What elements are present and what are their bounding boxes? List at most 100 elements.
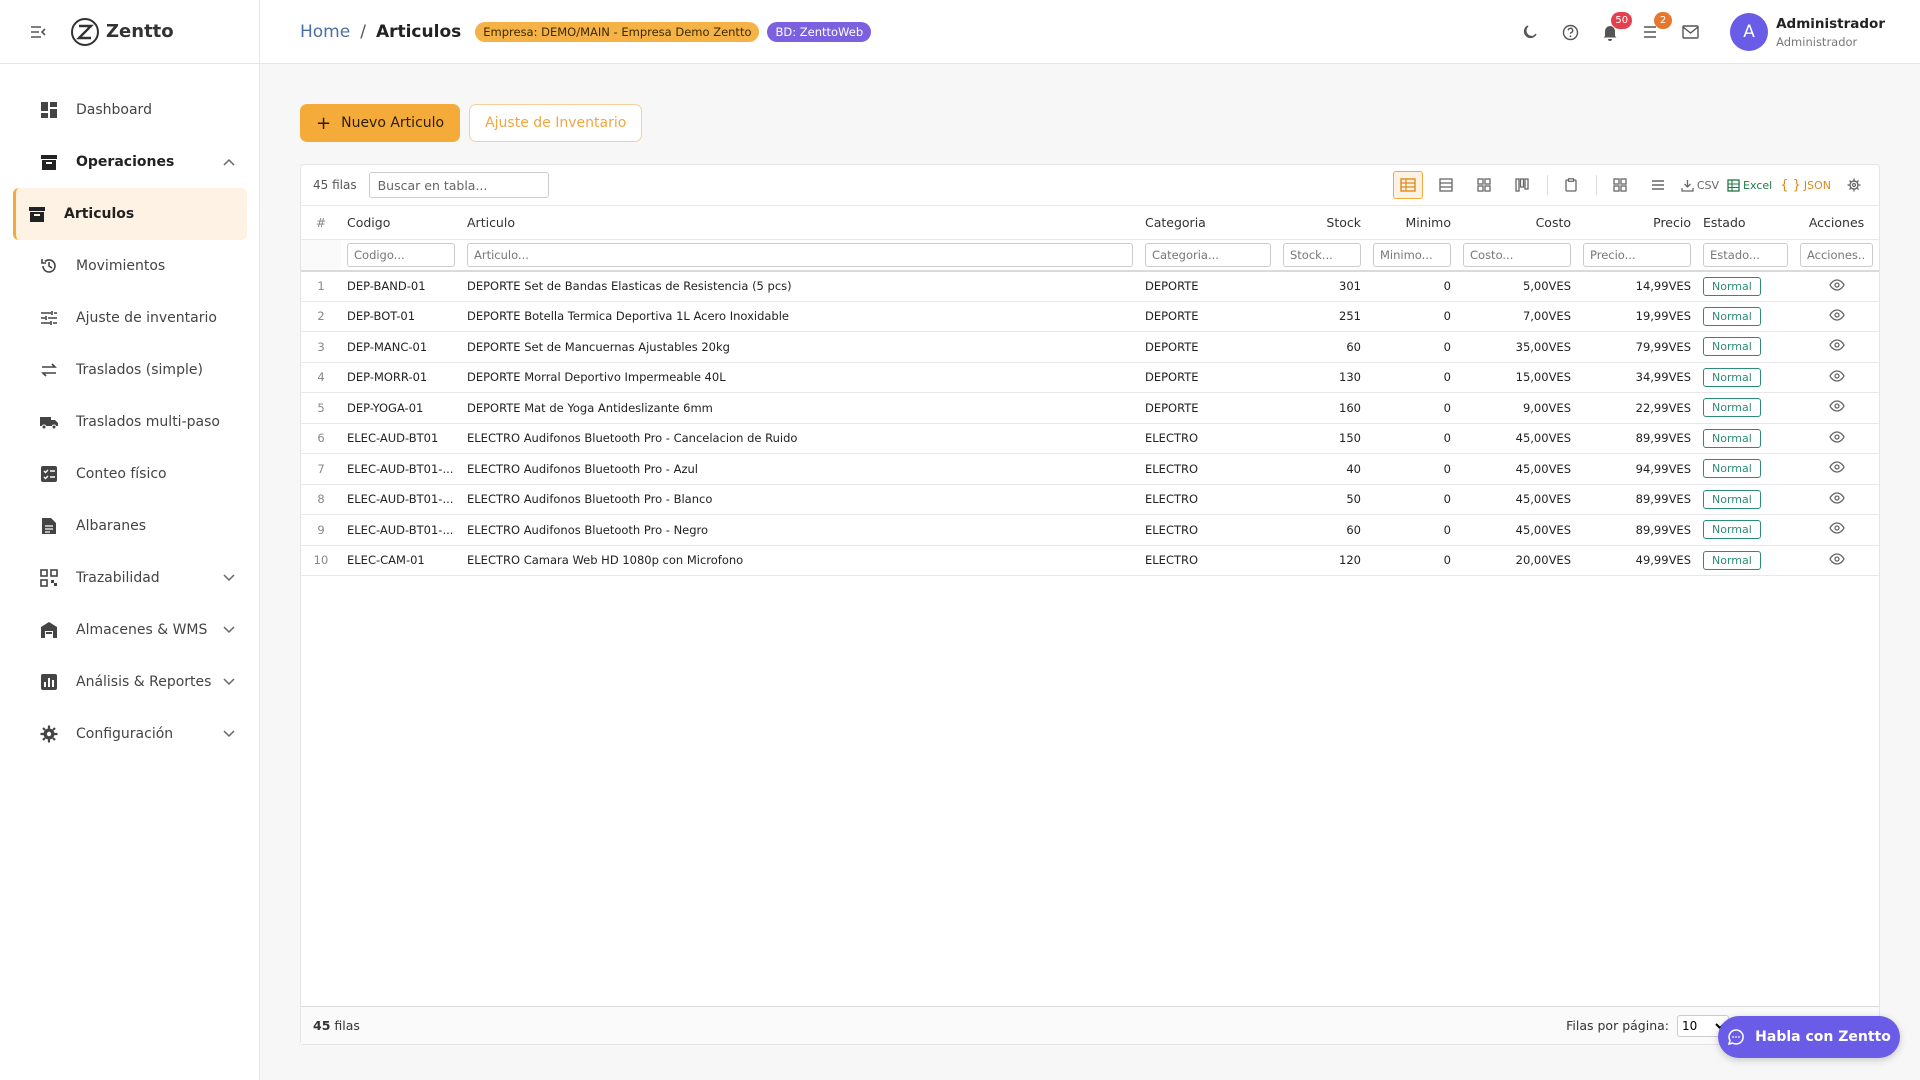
- user-avatar[interactable]: A: [1730, 13, 1769, 51]
- tasks-list-icon[interactable]: 2: [1640, 12, 1673, 42]
- view-eye-icon[interactable]: [1828, 309, 1845, 321]
- sidebar-group-configuracion[interactable]: Configuración: [12, 708, 247, 760]
- col-header-estado[interactable]: Estado: [1697, 206, 1794, 240]
- table-row[interactable]: 3 DEP-MANC-01 DEPORTE Set de Mancuernas …: [301, 331, 1879, 363]
- help-icon[interactable]: [1560, 22, 1580, 42]
- user-info[interactable]: Administrador Administrador: [1776, 16, 1885, 49]
- columns-list-icon[interactable]: [1643, 171, 1673, 199]
- sidebar-item-traslados-multipaso[interactable]: Traslados multi-paso: [12, 396, 247, 448]
- user-name: Administrador: [1776, 15, 1885, 32]
- sidebar-group-almacenes[interactable]: Almacenes & WMS: [12, 604, 247, 656]
- tasks-count-badge: 2: [1654, 12, 1673, 29]
- export-csv-button[interactable]: CSV: [1681, 171, 1719, 199]
- new-articulo-button[interactable]: + Nuevo Articulo: [300, 104, 461, 142]
- cell-codigo: ELEC-AUD-BT01-...: [341, 484, 461, 515]
- sidebar-item-articulos[interactable]: Articulos: [13, 188, 247, 240]
- table-row[interactable]: 10 ELEC-CAM-01 ELECTRO Camara Web HD 108…: [301, 545, 1879, 576]
- col-header-articulo[interactable]: Articulo: [461, 206, 1139, 240]
- sidebar-item-ajuste-inventario[interactable]: Ajuste de inventario: [12, 292, 247, 344]
- view-eye-icon[interactable]: [1828, 400, 1845, 412]
- export-excel-button[interactable]: Excel: [1727, 171, 1772, 199]
- sidebar-item-albaranes[interactable]: Albaranes: [12, 500, 247, 552]
- sidebar-item-dashboard[interactable]: Dashboard: [12, 84, 247, 136]
- cell-stock: 130: [1277, 362, 1367, 393]
- sidebar-group-operaciones[interactable]: Operaciones: [12, 136, 247, 188]
- view-eye-icon[interactable]: [1828, 522, 1845, 534]
- col-header-stock[interactable]: Stock: [1277, 206, 1367, 240]
- view-eye-icon[interactable]: [1828, 370, 1845, 382]
- cell-precio: 79,99VES: [1577, 331, 1697, 363]
- sidebar-item-label: Movimientos: [76, 258, 166, 274]
- sidebar-group-trazabilidad[interactable]: Trazabilidad: [12, 552, 247, 604]
- chat-with-zentto-button[interactable]: Habla con Zentto: [1718, 1016, 1900, 1058]
- view-eye-icon[interactable]: [1828, 278, 1845, 291]
- col-header-acciones[interactable]: Acciones: [1794, 206, 1879, 240]
- zentto-logo-icon[interactable]: [70, 17, 100, 47]
- table-row[interactable]: 8 ELEC-AUD-BT01-... ELECTRO Audifonos Bl…: [301, 484, 1879, 515]
- cell-categoria: DEPORTE: [1139, 301, 1277, 332]
- footer-count-suffix: filas: [334, 1018, 360, 1033]
- view-eye-icon[interactable]: [1828, 492, 1845, 504]
- cell-categoria: DEPORTE: [1139, 270, 1277, 302]
- clipboard-icon[interactable]: [1556, 171, 1586, 199]
- sidebar-item-traslados-simple[interactable]: Traslados (simple): [12, 344, 247, 396]
- density-grid-icon[interactable]: [1605, 171, 1635, 199]
- filter-acciones-input[interactable]: [1800, 242, 1873, 267]
- table-row[interactable]: 2 DEP-BOT-01 DEPORTE Botella Termica Dep…: [301, 301, 1879, 332]
- table-row[interactable]: 7 ELEC-AUD-BT01-... ELECTRO Audifonos Bl…: [301, 453, 1879, 485]
- cell-costo: 45,00VES: [1457, 453, 1577, 485]
- col-header-costo[interactable]: Costo: [1457, 206, 1577, 240]
- filter-precio-input[interactable]: [1583, 242, 1691, 267]
- col-header-precio[interactable]: Precio: [1577, 206, 1697, 240]
- filter-codigo-input[interactable]: [347, 242, 455, 267]
- chevron-down-icon: [221, 570, 237, 586]
- table-view-icon[interactable]: [1392, 171, 1423, 199]
- table-row[interactable]: 4 DEP-MORR-01 DEPORTE Morral Deportivo I…: [301, 362, 1879, 393]
- col-header-minimo[interactable]: Minimo: [1367, 206, 1457, 240]
- cards-view-icon[interactable]: [1469, 171, 1499, 199]
- export-json-button[interactable]: { } JSON: [1780, 171, 1831, 199]
- view-eye-icon[interactable]: [1828, 431, 1845, 443]
- filter-cell: [1794, 239, 1879, 272]
- grid-search-input[interactable]: [368, 172, 549, 198]
- status-badge: Normal: [1703, 367, 1761, 387]
- cell-estado: Normal: [1697, 270, 1794, 302]
- table-row[interactable]: 5 DEP-YOGA-01 DEPORTE Mat de Yoga Antide…: [301, 392, 1879, 424]
- view-eye-icon[interactable]: [1828, 553, 1845, 565]
- compact-list-view-icon[interactable]: [1431, 171, 1461, 199]
- filter-categoria-input[interactable]: [1145, 242, 1271, 267]
- grid-settings-gear-icon[interactable]: [1839, 171, 1869, 199]
- filter-articulo-input[interactable]: [467, 242, 1133, 267]
- filter-stock-input[interactable]: [1283, 242, 1361, 267]
- menu-collapse-icon[interactable]: [28, 22, 48, 42]
- table-row[interactable]: 9 ELEC-AUD-BT01-... ELECTRO Audifonos Bl…: [301, 514, 1879, 546]
- breadcrumb-home-link[interactable]: Home: [300, 22, 350, 42]
- sidebar-item-movimientos[interactable]: Movimientos: [12, 240, 247, 292]
- dark-mode-moon-icon[interactable]: [1520, 22, 1540, 42]
- col-header-codigo[interactable]: Codigo: [341, 206, 461, 240]
- cell-costo: 45,00VES: [1457, 423, 1577, 454]
- table-row[interactable]: 1 DEP-BAND-01 DEPORTE Set de Bandas Elas…: [301, 270, 1879, 302]
- sidebar-item-conteo-fisico[interactable]: Conteo físico: [12, 448, 247, 500]
- col-header-index[interactable]: #: [301, 206, 341, 240]
- view-eye-icon[interactable]: [1828, 339, 1845, 351]
- filter-estado-input[interactable]: [1703, 242, 1788, 267]
- filter-cell: [1457, 239, 1577, 272]
- view-eye-icon[interactable]: [1828, 461, 1845, 473]
- kanban-view-icon[interactable]: [1507, 171, 1537, 199]
- notifications-bell-icon[interactable]: 50: [1600, 12, 1633, 42]
- col-header-categoria[interactable]: Categoria: [1139, 206, 1277, 240]
- filter-minimo-input[interactable]: [1373, 242, 1451, 267]
- filter-costo-input[interactable]: [1463, 242, 1571, 267]
- table-row[interactable]: 6 ELEC-AUD-BT01 ELECTRO Audifonos Blueto…: [301, 423, 1879, 454]
- cell-stock: 150: [1277, 423, 1367, 454]
- chat-label: Habla con Zentto: [1755, 1029, 1891, 1045]
- export-excel-label: Excel: [1743, 178, 1773, 192]
- mail-icon[interactable]: [1680, 22, 1700, 42]
- status-badge: Normal: [1703, 550, 1761, 570]
- cell-categoria: DEPORTE: [1139, 392, 1277, 424]
- sidebar-group-analisis[interactable]: Análisis & Reportes: [12, 656, 247, 708]
- database-chip[interactable]: BD: ZenttoWeb: [767, 21, 872, 42]
- inventory-adjust-button[interactable]: Ajuste de Inventario: [469, 104, 643, 142]
- empresa-chip[interactable]: Empresa: DEMO/MAIN - Empresa Demo Zentto: [475, 21, 760, 42]
